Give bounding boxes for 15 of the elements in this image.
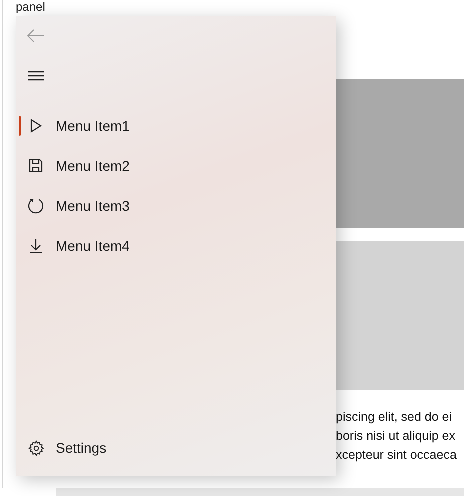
- nav-item[interactable]: Menu Item1: [16, 106, 336, 146]
- download-icon: [28, 238, 44, 254]
- back-arrow-icon: [27, 29, 45, 43]
- play-icon: [28, 118, 44, 134]
- nav-item[interactable]: Menu Item3: [16, 186, 336, 226]
- menu-icon: [28, 70, 44, 82]
- paragraph-line: boris nisi ut aliquip ex: [336, 428, 457, 445]
- paragraph-line: piscing elit, sed do ei: [336, 409, 454, 426]
- settings-item[interactable]: Settings: [16, 428, 336, 468]
- refresh-icon: [27, 197, 45, 215]
- nav-item[interactable]: Menu Item2: [16, 146, 336, 186]
- paragraph-line: xcepteur sint occaeca: [336, 447, 458, 464]
- page-heading: panel: [16, 0, 46, 14]
- gear-icon: [28, 440, 44, 456]
- nav-item[interactable]: Menu Item4: [16, 226, 336, 266]
